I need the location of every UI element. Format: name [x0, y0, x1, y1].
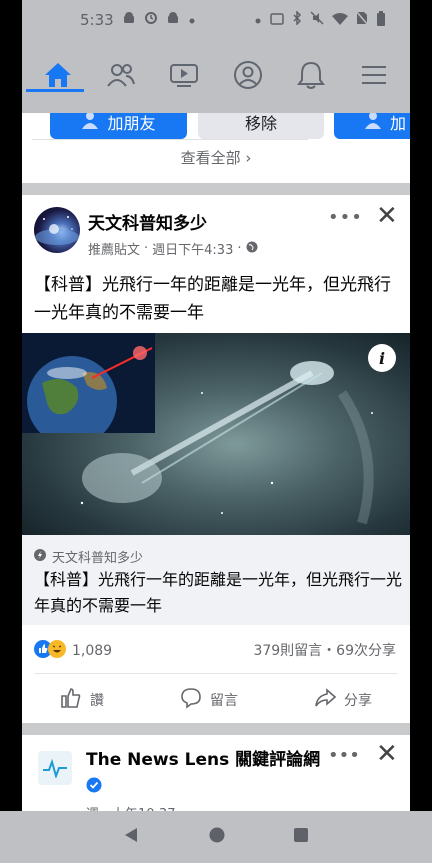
news-feed[interactable]: 加朋友 移除 加 查看全部 › 天文科普知多少 推薦貼文 · 週日下午4:33 … [22, 113, 410, 863]
dot-icon [188, 11, 196, 29]
friend-suggestions-card: 加朋友 移除 加 查看全部 › [22, 113, 410, 183]
post-text: 【科普】光飛行一年的距離是一光年，但光飛行一光年真的不需要一年 [34, 275, 391, 323]
add-friend-button[interactable]: 加 [334, 113, 410, 139]
home-icon [43, 61, 73, 93]
android-icon [122, 11, 136, 29]
nav-menu[interactable] [344, 52, 404, 102]
home-circle-icon[interactable] [208, 826, 226, 848]
mute-icon [310, 11, 324, 29]
wifi-icon [332, 11, 348, 29]
comment-label: 留言 [210, 693, 238, 709]
page-avatar[interactable] [38, 751, 72, 785]
no-sim-icon [355, 10, 369, 29]
divider [32, 139, 308, 140]
link-source-name: 天文科普知多少 [52, 551, 144, 566]
bell-icon [296, 60, 325, 94]
chevron-right-icon: › [245, 149, 252, 167]
dot-icon [254, 11, 262, 29]
verified-badge-icon [86, 776, 102, 796]
phone-screen: 5:33 加朋友 移除 加 查看全部 › 天文科普知多少 推薦貼文 · 週日下午… [0, 0, 432, 863]
friends-icon [106, 62, 136, 92]
info-icon[interactable]: i [368, 344, 396, 372]
nav-watch[interactable] [154, 52, 214, 102]
meta-separator: · [237, 241, 242, 256]
nav-active-indicator [26, 89, 84, 92]
add-friend-button[interactable]: 加朋友 [50, 113, 187, 139]
hamburger-menu-icon [360, 64, 388, 90]
battery-icon [376, 10, 386, 30]
comment-button[interactable]: 留言 [180, 687, 238, 713]
sponsored-label: 推薦貼文 [88, 243, 141, 258]
add-friend-label: 加 [390, 114, 407, 133]
remove-label: 移除 [244, 114, 277, 133]
share-icon [314, 687, 337, 713]
page-name-text: The News Lens 關鍵評論網 [86, 750, 321, 770]
page-name[interactable]: The News Lens 關鍵評論網 [86, 747, 326, 799]
feed-post: 天文科普知多少 推薦貼文 · 週日下午4:33 · ••• ✕ 【科普】光飛行一… [22, 195, 410, 723]
status-time: 5:33 [80, 11, 114, 29]
close-icon[interactable]: ✕ [376, 739, 398, 769]
add-friend-icon [364, 113, 382, 133]
nfc-icon [270, 11, 284, 29]
page-avatar[interactable] [34, 207, 80, 253]
link-preview[interactable]: 天文科普知多少 【科普】光飛行一年的距離是一光年，但光飛行一光年真的不需要一年 [22, 535, 410, 625]
page-name[interactable]: 天文科普知多少 [88, 209, 207, 234]
comment-icon [180, 687, 202, 713]
thumbs-up-icon [60, 687, 82, 713]
share-label: 分享 [344, 693, 372, 709]
main-nav [22, 40, 410, 113]
see-all-link[interactable]: 查看全部 › [22, 147, 410, 168]
remove-button[interactable]: 移除 [198, 113, 324, 139]
more-options-button[interactable]: ••• [328, 207, 363, 228]
back-icon[interactable] [123, 826, 141, 848]
like-label: 讚 [90, 693, 104, 709]
like-button[interactable]: 讚 [60, 687, 104, 713]
nav-notifications[interactable] [281, 52, 341, 102]
add-friend-icon [81, 113, 99, 133]
nav-friends[interactable] [91, 52, 151, 102]
haha-reaction-icon [48, 640, 66, 662]
link-title: 【科普】光飛行一年的距離是一光年，但光飛行一光年真的不需要一年 [34, 570, 403, 615]
nav-profile[interactable] [218, 52, 278, 102]
post-time[interactable]: 週日下午4:33 [152, 239, 233, 258]
comment-share-counts[interactable]: 379則留言・69次分享 [253, 640, 396, 660]
nav-home[interactable] [28, 52, 88, 102]
reactions-summary[interactable]: 1,089 [34, 640, 112, 662]
reaction-count: 1,089 [72, 643, 113, 659]
see-all-label: 查看全部 [180, 149, 241, 167]
close-icon[interactable]: ✕ [376, 201, 398, 231]
meta-separator: · [144, 241, 149, 256]
post-meta: 推薦貼文 · 週日下午4:33 · [88, 239, 258, 258]
link-source: 天文科普知多少 [34, 547, 143, 566]
post-image[interactable]: i [22, 333, 410, 535]
add-friend-label: 加朋友 [107, 114, 156, 133]
more-options-button[interactable]: ••• [328, 745, 360, 766]
system-nav-bar [0, 811, 432, 863]
status-bar: 5:33 [22, 0, 410, 40]
divider [34, 673, 398, 674]
earth-inset-image [22, 333, 155, 433]
bluetooth-icon [292, 10, 302, 29]
recents-icon[interactable] [293, 827, 309, 847]
post-actions: 讚 留言 分享 [22, 683, 410, 717]
profile-icon [233, 60, 263, 94]
share-button[interactable]: 分享 [314, 687, 372, 713]
top-bar: 5:33 [22, 0, 410, 113]
lightning-icon [34, 548, 46, 565]
watch-icon [169, 62, 199, 92]
android-icon [166, 11, 180, 29]
sync-icon [144, 11, 158, 29]
globe-icon [246, 241, 258, 257]
